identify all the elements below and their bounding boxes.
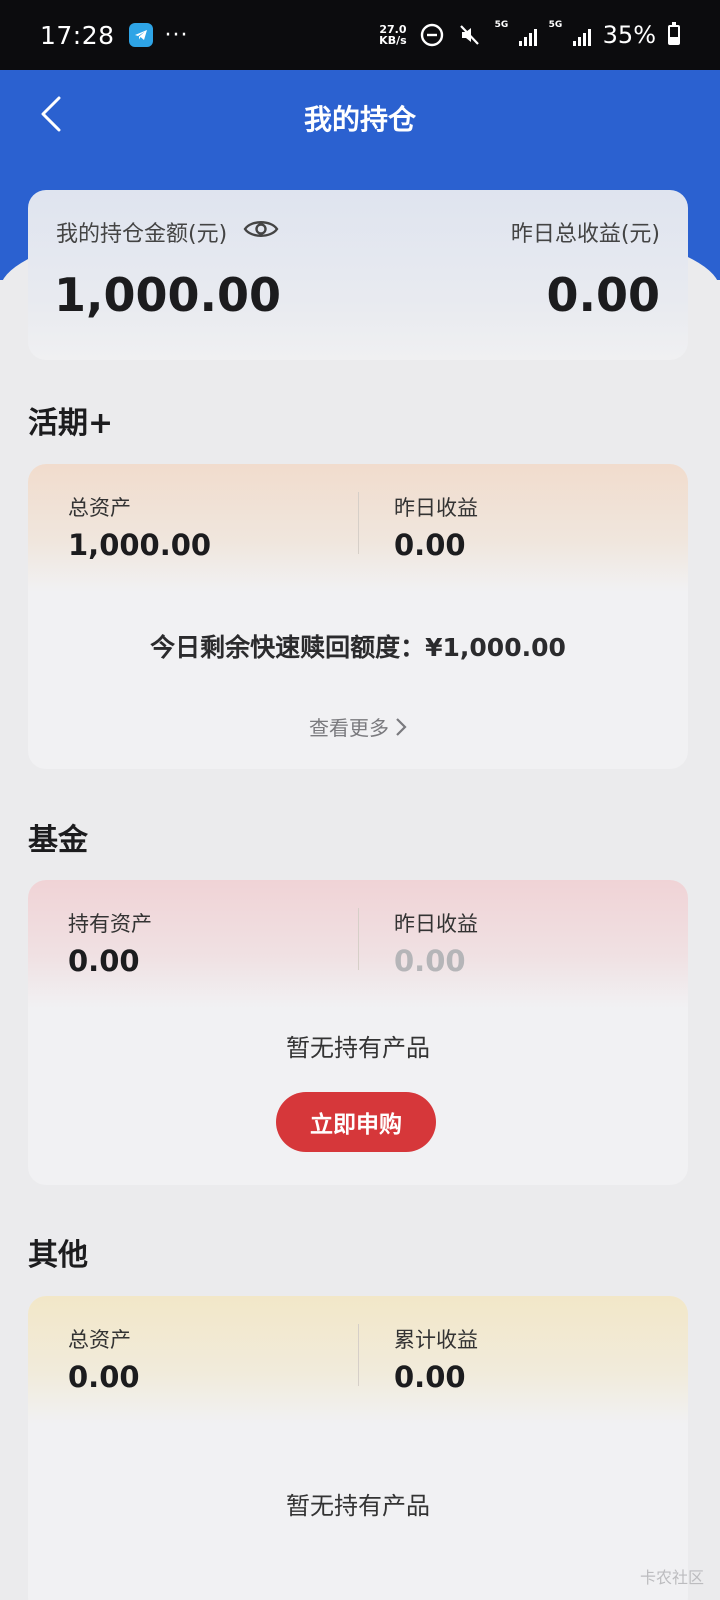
eye-icon[interactable] <box>243 217 279 247</box>
other-total-value: 0.00 <box>68 1360 140 1394</box>
fund-holding-label: 持有资产 <box>68 912 152 936</box>
current-yesterday-value: 0.00 <box>394 528 466 562</box>
holding-summary-card: 我的持仓金额(元) 昨日总收益(元) 1,000.00 0.00 <box>28 190 688 360</box>
network-speed: 27.0 KB/s <box>379 23 407 47</box>
fund-card[interactable]: 持有资产 0.00 昨日收益 0.00 暂无持有产品 立即申购 <box>28 880 688 1185</box>
yesterday-total-value: 0.00 <box>546 268 661 322</box>
status-time: 17:28 <box>40 20 115 50</box>
signal-strength-icon: 5G <box>495 20 537 46</box>
telegram-icon <box>128 23 153 47</box>
fund-yesterday-value: 0.00 <box>394 944 466 978</box>
subscribe-button[interactable]: 立即申购 <box>276 1092 436 1152</box>
section-title-current[interactable]: 活期+ <box>28 398 113 442</box>
other-card[interactable]: 总资产 0.00 累计收益 0.00 暂无持有产品 <box>28 1296 688 1600</box>
yesterday-total-label: 昨日总收益(元) <box>510 222 660 247</box>
current-card[interactable]: 总资产 1,000.00 昨日收益 0.00 今日剩余快速赎回额度：¥1,000… <box>28 464 688 769</box>
battery-icon <box>668 22 680 45</box>
divider <box>358 1324 359 1386</box>
battery-percent: 35% <box>602 21 656 49</box>
redemption-quota-text: 今日剩余快速赎回额度：¥1,000.00 <box>150 633 566 662</box>
mute-icon <box>457 22 483 48</box>
signal-strength-icon-2: 5G <box>549 20 591 46</box>
divider <box>358 908 359 970</box>
watermark: 卡农社区 <box>639 1568 704 1587</box>
view-more-label: 查看更多 <box>309 716 389 740</box>
section-title-fund[interactable]: 基金 <box>28 815 88 859</box>
do-not-disturb-icon <box>419 22 445 48</box>
other-cumulative-label: 累计收益 <box>394 1328 478 1352</box>
current-total-label: 总资产 <box>68 496 131 520</box>
section-title-other[interactable]: 其他 <box>28 1230 88 1274</box>
more-notifications-icon: ··· <box>164 22 189 48</box>
current-total-value: 1,000.00 <box>68 528 212 562</box>
holding-amount-value: 1,000.00 <box>54 268 281 322</box>
holding-amount-label-row: 我的持仓金额(元) <box>56 216 279 248</box>
other-cumulative-value: 0.00 <box>394 1360 466 1394</box>
fund-empty-text: 暂无持有产品 <box>286 1034 430 1062</box>
status-bar: 17:28 ··· 27.0 KB/s 5G 5G 35% <box>0 0 720 70</box>
page-title: 我的持仓 <box>303 103 416 136</box>
divider <box>358 492 359 554</box>
fund-yesterday-label: 昨日收益 <box>394 912 478 936</box>
view-more-link[interactable]: 查看更多 <box>28 712 688 741</box>
other-empty-text: 暂无持有产品 <box>286 1492 430 1520</box>
fund-holding-value: 0.00 <box>68 944 140 978</box>
holding-amount-label: 我的持仓金额(元) <box>56 222 228 247</box>
chevron-right-icon <box>396 717 407 736</box>
current-yesterday-label: 昨日收益 <box>394 496 478 520</box>
other-total-label: 总资产 <box>68 1328 131 1352</box>
